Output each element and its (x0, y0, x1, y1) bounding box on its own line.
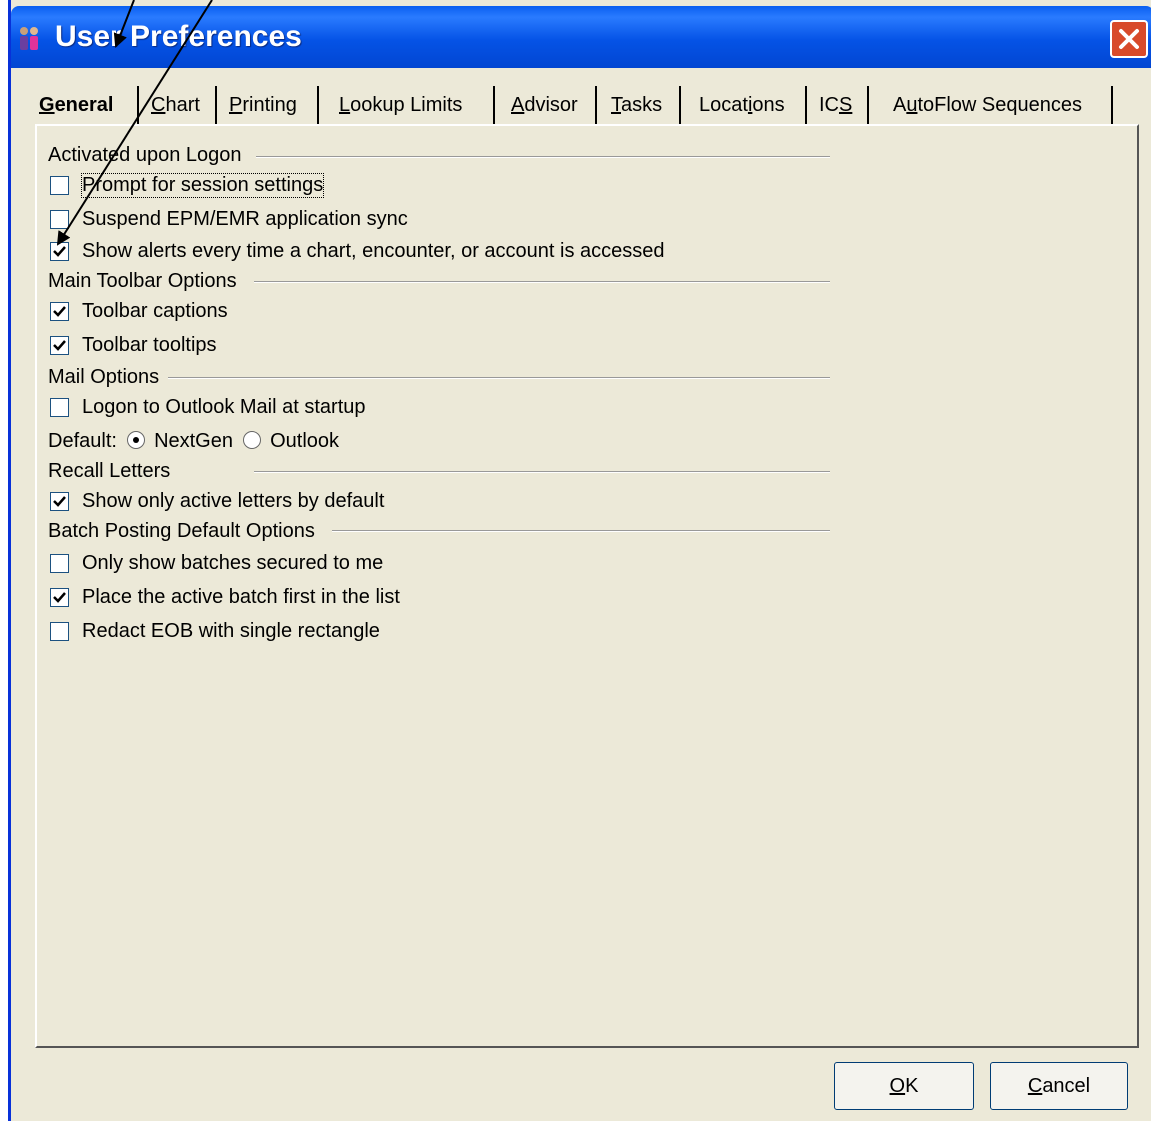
batches-secured-checkbox[interactable] (50, 554, 69, 573)
active-batch-first-label[interactable]: Place the active batch first in the list (82, 586, 400, 609)
radio-selected-dot (132, 437, 139, 443)
radio-nextgen[interactable] (126, 431, 145, 449)
active-letters-label[interactable]: Show only active letters by default (82, 490, 384, 513)
ok-button[interactable]: OK (834, 1062, 974, 1110)
group-label-mail: Mail Options (48, 366, 160, 388)
cancel-button[interactable]: Cancel (990, 1062, 1128, 1110)
group-divider (168, 377, 830, 379)
logon-outlook-label[interactable]: Logon to Outlook Mail at startup (82, 396, 366, 419)
group-divider (332, 530, 830, 532)
suspend-sync-checkbox[interactable] (50, 210, 69, 229)
tab-locations[interactable]: Locations (681, 86, 807, 124)
radio-nextgen-label[interactable]: NextGen (154, 430, 233, 452)
checkmark-icon (53, 246, 66, 257)
suspend-sync-label[interactable]: Suspend EPM/EMR application sync (82, 208, 408, 231)
users-icon (20, 27, 38, 50)
mail-default-label: Default: (48, 430, 117, 452)
toolbar-captions-checkbox[interactable] (50, 302, 69, 321)
tab-printing[interactable]: Printing (217, 86, 319, 124)
group-divider (254, 471, 830, 473)
prompt-session-checkbox[interactable] (50, 176, 69, 195)
tab-general[interactable]: General (27, 86, 139, 124)
show-alerts-checkbox[interactable] (50, 242, 69, 261)
group-divider (254, 281, 830, 283)
group-label-logon: Activated upon Logon (48, 144, 242, 166)
active-batch-first-checkbox[interactable] (50, 588, 69, 607)
checkmark-icon (53, 592, 66, 603)
radio-outlook[interactable] (242, 431, 261, 449)
checkmark-icon (53, 306, 66, 317)
title-bar[interactable]: User Preferences (11, 6, 1151, 68)
batches-secured-label[interactable]: Only show batches secured to me (82, 552, 383, 575)
group-divider (256, 156, 830, 158)
checkmark-icon (53, 340, 66, 351)
checkmark-icon (53, 496, 66, 507)
close-button[interactable] (1110, 20, 1148, 58)
mail-default-row: Default: NextGen Outlook (48, 430, 339, 453)
group-label-batch: Batch Posting Default Options (48, 520, 315, 542)
tab-autoflow-sequences[interactable]: AutoFlow Sequences (869, 86, 1113, 124)
group-label-toolbar: Main Toolbar Options (48, 270, 237, 292)
prompt-session-label[interactable]: Prompt for session settings (80, 173, 325, 198)
redact-eob-label[interactable]: Redact EOB with single rectangle (82, 620, 380, 643)
toolbar-tooltips-checkbox[interactable] (50, 336, 69, 355)
redact-eob-checkbox[interactable] (50, 622, 69, 641)
show-alerts-label[interactable]: Show alerts every time a chart, encounte… (82, 240, 665, 263)
tab-tasks[interactable]: Tasks (597, 86, 681, 124)
tab-lookup-limits[interactable]: Lookup Limits (319, 86, 495, 124)
tab-ics[interactable]: ICS (807, 86, 869, 124)
radio-outlook-label[interactable]: Outlook (270, 430, 339, 452)
active-letters-checkbox[interactable] (50, 492, 69, 511)
tab-chart[interactable]: Chart (139, 86, 217, 124)
window-title: User Preferences (55, 20, 302, 53)
tab-advisor[interactable]: Advisor (495, 86, 597, 124)
toolbar-captions-label[interactable]: Toolbar captions (82, 300, 228, 323)
group-label-recall: Recall Letters (48, 460, 171, 482)
close-icon (1119, 29, 1139, 49)
logon-outlook-checkbox[interactable] (50, 398, 69, 417)
toolbar-tooltips-label[interactable]: Toolbar tooltips (82, 334, 217, 357)
